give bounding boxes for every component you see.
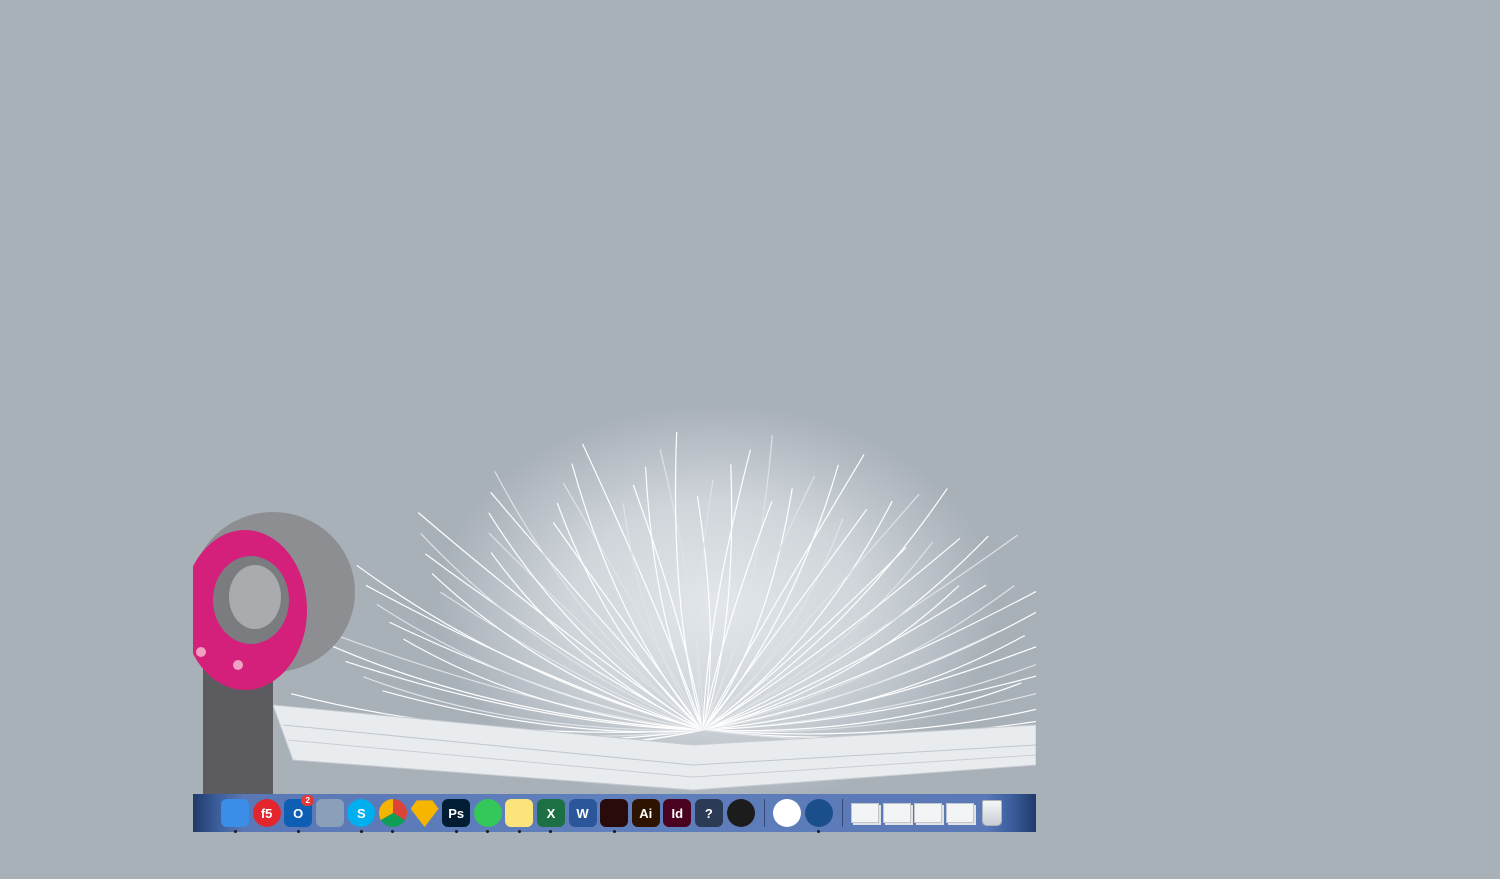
dock-app-list: f5 O 2 S Ps X W Ai Id? (221, 795, 1009, 833)
dock-item-notes[interactable] (505, 799, 534, 833)
dock-item-acrobat[interactable] (600, 799, 629, 833)
dock-item-label: Id (671, 805, 684, 821)
document-stack-icon (851, 803, 880, 823)
open-book (273, 704, 1036, 791)
notification-badge: 2 (301, 795, 315, 806)
dock-item-itunes[interactable] (773, 799, 802, 827)
dock-separator (764, 799, 766, 827)
indesign-icon: Id (672, 806, 684, 821)
f5-icon: f5 (261, 806, 273, 821)
dock-item-label: ? (704, 805, 713, 821)
photoshop-icon: Ps (448, 806, 464, 821)
dock-item-illustrator[interactable]: Ai (631, 799, 660, 827)
dock-item-label: W (576, 805, 589, 821)
dock-item-word[interactable]: W (568, 799, 597, 827)
outlook-icon: O (293, 806, 303, 821)
dock-item-label: X (546, 805, 556, 821)
document-stack-icon (946, 803, 975, 823)
dock-item-skype[interactable]: S (347, 799, 376, 833)
dock-item-fish[interactable]: ? (694, 799, 723, 827)
hair-dryer-image (193, 512, 355, 795)
dock-item-label: f5 (260, 805, 273, 821)
document-stack-icon (914, 803, 943, 823)
dock-item-photoshop[interactable]: Ps (442, 799, 471, 833)
dock-item-sketch[interactable] (410, 800, 439, 827)
fish-help-icon: ? (705, 806, 713, 821)
dock-item-feather[interactable] (473, 799, 502, 833)
dock: f5 O 2 S Ps X W Ai Id? (193, 794, 1036, 833)
dock-item-outlook[interactable]: O2 (284, 795, 315, 833)
dock-item-f5[interactable]: f5 (252, 799, 281, 827)
dock-item-indesign[interactable]: Id (663, 799, 692, 827)
dock-item-label: S (357, 805, 366, 821)
skype-icon: S (357, 806, 366, 821)
document-stack-icon (882, 803, 911, 823)
dock-item-quicktime[interactable] (804, 799, 833, 833)
dock-item-archive[interactable] (315, 799, 344, 827)
desktop-wallpaper (193, 300, 1036, 795)
dock-item-excel[interactable]: X (536, 799, 565, 833)
illustrator-icon: Ai (639, 806, 652, 821)
word-icon: W (576, 806, 588, 821)
dock-item-label: O (293, 805, 304, 821)
dock-item-stack-4[interactable] (946, 799, 975, 827)
dock-separator (842, 799, 844, 827)
dock-item-trash[interactable] (978, 799, 1006, 827)
dock-item-stack-2[interactable] (882, 799, 911, 827)
dock-item-label: Ai (639, 805, 653, 821)
dock-item-stack-1[interactable] (851, 799, 880, 827)
dock-item-label: Ps (448, 805, 465, 821)
dock-item-instruments[interactable] (726, 799, 755, 827)
excel-icon: X (547, 806, 556, 821)
dock-item-stack-3[interactable] (914, 799, 943, 827)
trash-icon (981, 800, 1002, 826)
dock-item-finder[interactable] (221, 799, 249, 833)
dock-item-chrome[interactable] (378, 799, 407, 833)
